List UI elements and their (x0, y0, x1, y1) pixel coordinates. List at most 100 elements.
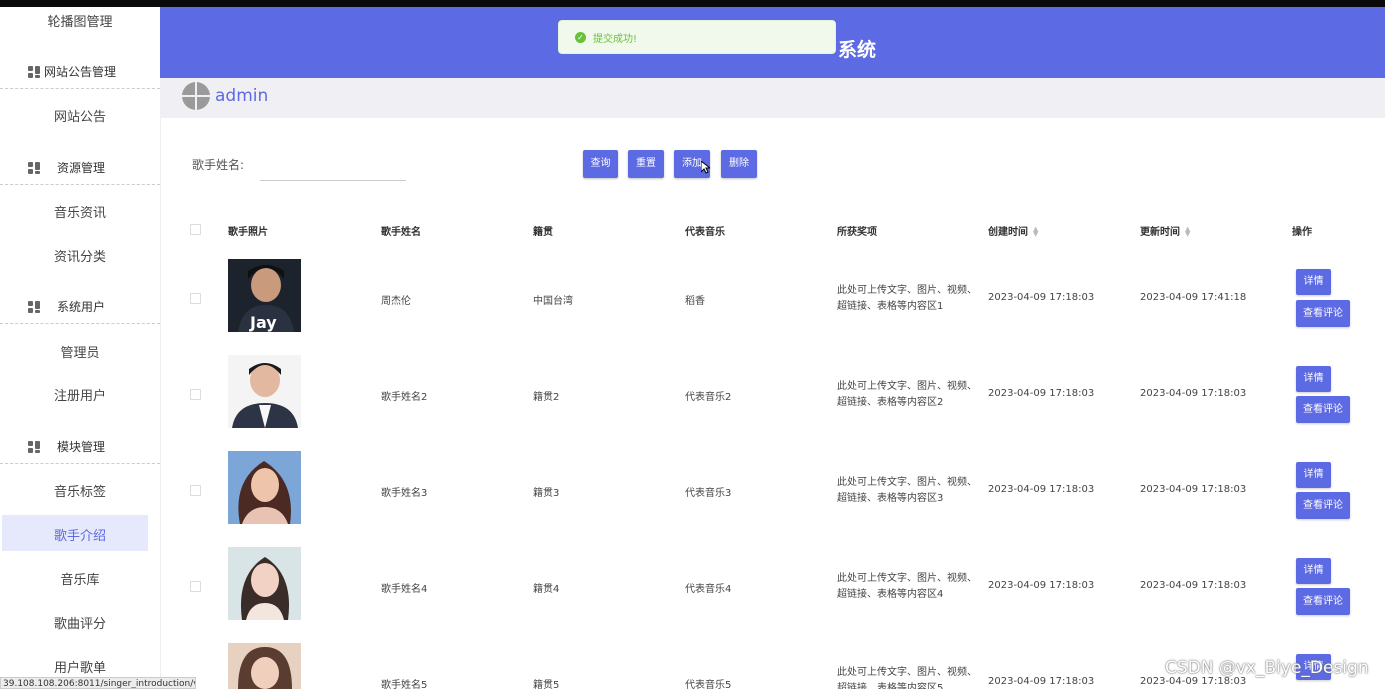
column-header-created[interactable]: 创建时间 ▲ ▼ (988, 223, 1038, 239)
singer-origin: 中国台湾 (533, 296, 573, 307)
sidebar-item-admin[interactable]: 管理员 (0, 342, 160, 361)
detail-button[interactable]: 详情 (1296, 269, 1331, 295)
view-comments-button[interactable]: 查看评论 (1296, 300, 1350, 327)
page-title: 系统 (838, 39, 877, 61)
column-header-award: 所获奖项 (837, 227, 877, 238)
view-comments-button[interactable]: 查看评论 (1296, 492, 1350, 519)
sidebar-group-label: 系统用户 (57, 300, 106, 314)
sidebar-item-carousel[interactable]: 轮播图管理 (0, 11, 160, 30)
sidebar-group-label: 模块管理 (57, 440, 106, 454)
sidebar-item-singer-intro[interactable]: 歌手介绍 (0, 525, 160, 544)
column-header-name: 歌手姓名 (381, 227, 421, 238)
sidebar-item-user-playlists[interactable]: 用户歌单 (0, 657, 160, 676)
window-top-edge (0, 0, 1385, 7)
singer-photo-image (228, 547, 301, 620)
browser-status-url: 39.108.108.206:8011/singer_introduction/… (0, 677, 196, 689)
created-time: 2023-04-09 17:18:03 (988, 292, 1095, 303)
updated-time: 2023-04-09 17:18:03 (1140, 580, 1247, 591)
sidebar-item-music-library[interactable]: 音乐库 (0, 569, 160, 588)
photo-caption: Jay (250, 313, 277, 332)
watermark: CSDN @vx_Biye_Design (1165, 658, 1369, 678)
awards-text: 此处可上传文字、图片、视频、超链接、表格等内容区4 (837, 573, 977, 600)
module-icon (28, 300, 40, 313)
sort-icon[interactable]: ▲ ▼ (1033, 226, 1038, 238)
singer-origin: 籍贯4 (533, 584, 560, 595)
created-time: 2023-04-09 17:18:03 (988, 580, 1095, 591)
awards-text: 此处可上传文字、图片、视频、超链接、表格等内容区2 (837, 381, 977, 408)
reset-button[interactable]: 重置 (628, 150, 664, 178)
sidebar-item-music-tags[interactable]: 音乐标签 (0, 481, 160, 500)
detail-button[interactable]: 详情 (1296, 558, 1331, 584)
sidebar-group-modules[interactable]: 模块管理 (0, 430, 160, 464)
representative-music: 代表音乐3 (685, 488, 732, 499)
representative-music: 代表音乐4 (685, 584, 732, 595)
sidebar-group-announcement[interactable]: 网站公告管理 (0, 55, 160, 89)
row-checkbox[interactable] (190, 485, 201, 496)
row-checkbox[interactable] (190, 293, 201, 304)
awards-text: 此处可上传文字、图片、视频、超链接、表格等内容区5 (837, 667, 977, 689)
row-checkbox[interactable] (190, 389, 201, 400)
sidebar: 轮播图管理 网站公告管理 网站公告 资源管理 音乐资讯 资讯分类 系统用户 管理… (0, 7, 161, 689)
singer-name: 周杰伦 (381, 296, 411, 307)
user-bar: admin (160, 78, 1385, 118)
awards-text: 此处可上传文字、图片、视频、超链接、表格等内容区1 (837, 285, 977, 312)
updated-time: 2023-04-09 17:18:03 (1140, 484, 1247, 495)
singer-name: 歌手姓名4 (381, 584, 428, 595)
singer-photo-image (228, 643, 301, 689)
singer-name: 歌手姓名3 (381, 488, 428, 499)
query-button[interactable]: 查询 (583, 150, 618, 178)
search-label: 歌手姓名: (192, 158, 245, 172)
singer-name: 歌手姓名2 (381, 392, 428, 403)
singer-photo-image (228, 451, 301, 524)
select-all-checkbox[interactable] (190, 224, 201, 235)
representative-music: 稻香 (685, 296, 705, 307)
singer-photo (228, 451, 301, 524)
toast-message: 提交成功! (593, 34, 638, 45)
singer-photo (228, 355, 301, 428)
sidebar-group-label: 网站公告管理 (44, 65, 117, 79)
singer-photo (228, 547, 301, 620)
singer-photo-image (228, 355, 301, 428)
mouse-cursor-icon (701, 161, 710, 174)
module-icon (28, 440, 40, 453)
sidebar-group-label: 资源管理 (57, 161, 106, 175)
module-icon (28, 65, 40, 78)
awards-text: 此处可上传文字、图片、视频、超链接、表格等内容区3 (837, 477, 977, 504)
sidebar-group-system-users[interactable]: 系统用户 (0, 290, 160, 324)
avatar[interactable] (182, 82, 210, 110)
check-circle-icon: ✓ (575, 32, 586, 43)
representative-music: 代表音乐2 (685, 392, 732, 403)
created-time: 2023-04-09 17:18:03 (988, 676, 1095, 687)
column-header-actions: 操作 (1292, 227, 1312, 238)
row-checkbox[interactable] (190, 581, 201, 592)
username[interactable]: admin (215, 86, 268, 106)
sidebar-group-resources[interactable]: 资源管理 (0, 151, 160, 185)
sidebar-item-song-rating[interactable]: 歌曲评分 (0, 613, 160, 632)
updated-time: 2023-04-09 17:41:18 (1140, 292, 1247, 303)
column-header-created-label: 创建时间 (988, 227, 1028, 238)
column-header-photo: 歌手照片 (228, 227, 268, 238)
success-toast: ✓ 提交成功! (558, 20, 836, 54)
singer-origin: 籍贯3 (533, 488, 560, 499)
sidebar-item-announcement[interactable]: 网站公告 (0, 106, 160, 125)
module-icon (28, 161, 40, 174)
delete-button[interactable]: 删除 (721, 150, 757, 178)
sidebar-item-news-category[interactable]: 资讯分类 (0, 246, 160, 265)
detail-button[interactable]: 详情 (1296, 462, 1331, 488)
column-header-origin: 籍贯 (533, 227, 553, 238)
view-comments-button[interactable]: 查看评论 (1296, 396, 1350, 423)
singer-photo: Jay (228, 259, 301, 332)
column-header-music: 代表音乐 (685, 227, 725, 238)
singer-name-search-input[interactable] (260, 150, 406, 181)
sort-icon[interactable]: ▲ ▼ (1185, 226, 1190, 238)
singer-photo (228, 643, 301, 689)
detail-button[interactable]: 详情 (1296, 366, 1331, 392)
updated-time: 2023-04-09 17:18:03 (1140, 388, 1247, 399)
view-comments-button[interactable]: 查看评论 (1296, 588, 1350, 615)
sidebar-item-music-news[interactable]: 音乐资讯 (0, 202, 160, 221)
column-header-updated[interactable]: 更新时间 ▲ ▼ (1140, 223, 1190, 239)
sidebar-item-registered-users[interactable]: 注册用户 (0, 385, 160, 404)
column-header-updated-label: 更新时间 (1140, 227, 1180, 238)
singer-origin: 籍贯2 (533, 392, 560, 403)
created-time: 2023-04-09 17:18:03 (988, 388, 1095, 399)
